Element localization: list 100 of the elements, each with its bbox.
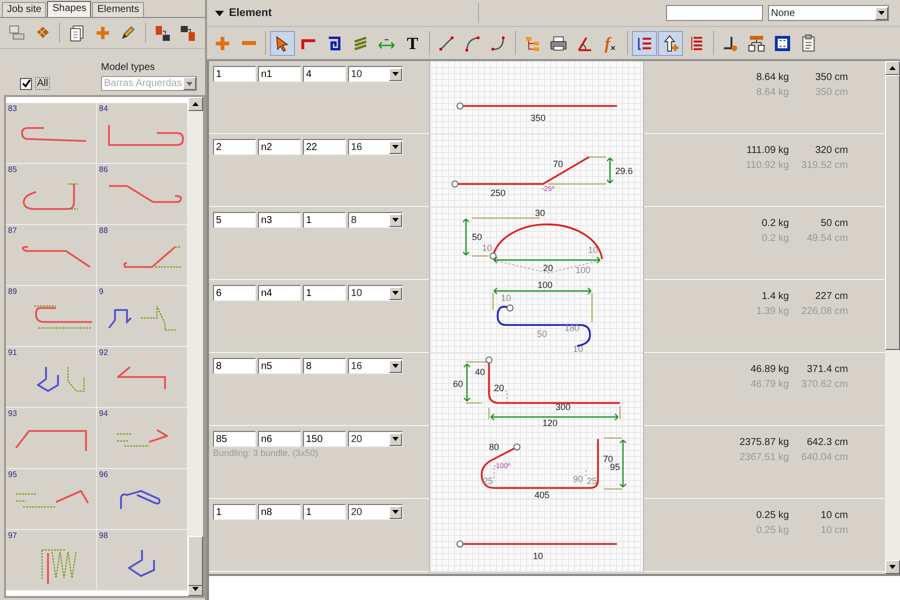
position-field[interactable]: 1: [213, 66, 256, 82]
diameter-dropdown[interactable]: 20: [348, 431, 403, 447]
vertical-scrollbar[interactable]: [188, 97, 203, 596]
caret-icon: [392, 218, 399, 222]
quantity-field[interactable]: 4: [303, 66, 346, 82]
vertical-scrollbar[interactable]: [885, 61, 900, 574]
diameter-dropdown[interactable]: 16: [348, 358, 403, 374]
collapse-caret-icon[interactable]: [215, 8, 224, 18]
shape-number: 89: [8, 287, 17, 296]
shape-tile[interactable]: 97: [6, 530, 97, 591]
net-length-value: 640.04 cm: [801, 452, 848, 463]
diameter-dropdown[interactable]: 10: [348, 66, 403, 82]
quantity-field[interactable]: 1: [303, 212, 346, 228]
weight-value: 2375.87 kg: [740, 437, 789, 448]
scroll-up-icon[interactable]: [889, 66, 896, 70]
length-value: 320 cm: [815, 145, 848, 156]
search-field[interactable]: [666, 5, 763, 21]
name-field[interactable]: n5: [258, 358, 301, 374]
shape-tile[interactable]: 86: [97, 164, 188, 225]
caret-icon: [392, 364, 399, 368]
toolbar-button[interactable]: [270, 30, 295, 56]
shape-tile[interactable]: 92: [97, 347, 188, 408]
screen-icon[interactable]: [8, 24, 26, 42]
shape-tile[interactable]: 96: [97, 469, 188, 530]
shape-number: 84: [99, 104, 108, 113]
position-field[interactable]: 6: [213, 285, 256, 301]
caret-icon: [392, 291, 399, 295]
quantity-field[interactable]: 8: [303, 358, 346, 374]
bar-shape-drawing: [41, 549, 77, 585]
scroll-up-icon[interactable]: [192, 102, 199, 106]
scrollbar-thumb[interactable]: [885, 75, 900, 350]
documents-icon[interactable]: [68, 24, 86, 42]
panel-title: Element: [229, 7, 272, 19]
pencil-icon[interactable]: [119, 24, 137, 42]
arrow-up-plus-icon: [661, 34, 680, 52]
bar-shape-drawing: [122, 246, 182, 268]
dimension-label: 405: [534, 490, 550, 499]
shape-tile[interactable]: 85: [6, 164, 97, 225]
dimension-label: 80: [489, 442, 499, 452]
shape-tile[interactable]: 88: [97, 225, 188, 286]
shape-tile[interactable]: 91: [6, 347, 97, 408]
dimension-label: 20: [494, 383, 504, 393]
shape-number: 83: [8, 104, 17, 113]
net-weight-value: 1.39 kg: [756, 306, 789, 317]
net-length-value: 49.54 cm: [806, 233, 848, 244]
quantity-field[interactable]: 1: [303, 285, 346, 301]
shape-tile[interactable]: 94: [97, 408, 188, 469]
diameter-dropdown[interactable]: 10: [348, 285, 403, 301]
diameter-dropdown[interactable]: 20: [348, 504, 403, 520]
position-field[interactable]: 2: [213, 139, 256, 155]
dimension-label: 100: [575, 265, 591, 275]
panel-tab[interactable]: Shapes: [47, 1, 92, 17]
minus-icon: [240, 40, 256, 46]
shape-number: 88: [99, 226, 108, 235]
position-field[interactable]: 8: [213, 358, 256, 374]
diameter-dropdown[interactable]: 16: [348, 139, 403, 155]
weight-value: 111.09 kg: [746, 145, 789, 156]
dimension-label: 300: [555, 402, 571, 412]
name-field[interactable]: n8: [258, 504, 301, 520]
weight-value: 8.64 kg: [756, 72, 789, 83]
quantity-field[interactable]: 150: [303, 431, 346, 447]
shape-number: 94: [99, 409, 108, 418]
shape-tile[interactable]: 98: [97, 530, 188, 591]
filter-dropdown[interactable]: None: [768, 5, 889, 21]
shape-number: 96: [99, 470, 108, 479]
shape-tile[interactable]: 84: [97, 103, 188, 164]
all-checkbox[interactable]: [20, 78, 32, 90]
dimension-label: 30: [535, 208, 545, 218]
position-field[interactable]: 85: [213, 431, 256, 447]
printer-icon: [549, 34, 568, 52]
shape-tile[interactable]: 93: [6, 408, 97, 469]
name-field[interactable]: n4: [258, 285, 301, 301]
bar-shape-drawing: [120, 490, 162, 510]
panel-tab[interactable]: Elements: [92, 2, 144, 17]
shape-tile[interactable]: 87: [6, 225, 97, 286]
shape-tile[interactable]: 95: [6, 469, 97, 530]
shape-tile[interactable]: 83: [6, 103, 97, 164]
name-field[interactable]: n6: [258, 431, 301, 447]
import-icon[interactable]: [179, 24, 197, 42]
shape-tile[interactable]: 89: [6, 286, 97, 347]
position-field[interactable]: 5: [213, 212, 256, 228]
position-field[interactable]: 1: [213, 504, 256, 520]
name-field[interactable]: n2: [258, 139, 301, 155]
weight-value: 46.89 kg: [750, 364, 789, 375]
all-label: All: [35, 77, 50, 90]
panel-tab[interactable]: Job site: [2, 2, 46, 17]
toolbar-button[interactable]: T: [400, 30, 425, 56]
hierarchy-icon: [747, 34, 766, 52]
bar-shape-drawing: [128, 549, 155, 577]
shape-tile[interactable]: 9: [97, 286, 188, 347]
export-icon[interactable]: [154, 24, 172, 42]
scroll-down-icon[interactable]: [889, 565, 896, 569]
shape-number: 97: [8, 531, 17, 540]
name-field[interactable]: n1: [258, 66, 301, 82]
quantity-field[interactable]: 22: [303, 139, 346, 155]
quantity-field[interactable]: 1: [303, 504, 346, 520]
toolbar-button[interactable]: [658, 30, 683, 56]
scrollbar-thumb[interactable]: [188, 536, 203, 586]
diameter-dropdown[interactable]: 8: [348, 212, 403, 228]
name-field[interactable]: n3: [258, 212, 301, 228]
